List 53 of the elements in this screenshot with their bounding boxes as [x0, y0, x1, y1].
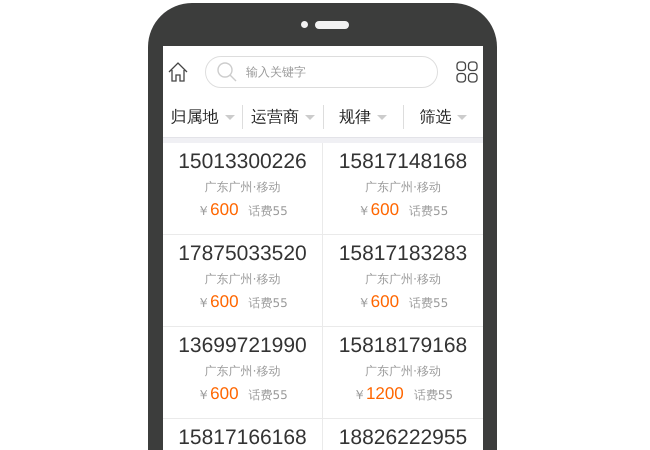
dropdown-triangle-icon [304, 114, 315, 120]
currency-sign: ￥ [197, 203, 210, 220]
phone-number: 15817148168 [338, 150, 468, 174]
camera-dot [301, 21, 308, 28]
number-card[interactable]: 15013300226 广东广州·移动 ￥600 话费55 [163, 143, 323, 235]
number-card[interactable]: 15817166168 [163, 419, 323, 450]
price: 600 [370, 200, 400, 220]
filter-dropdown[interactable]: 规律 [322, 105, 403, 129]
filter-dropdown[interactable]: 归属地 [163, 105, 242, 129]
number-card[interactable]: 15817183283 广东广州·移动 ￥600 话费55 [323, 235, 483, 327]
price: 600 [210, 292, 239, 312]
location-carrier: 广东广州·移动 [365, 179, 441, 196]
phone-number: 17875033520 [178, 242, 307, 266]
home-icon[interactable] [167, 60, 189, 82]
number-card[interactable]: 15817148168 广东广州·移动 ￥600 话费55 [323, 143, 483, 235]
speaker-slot [315, 20, 349, 28]
dropdown-triangle-icon [457, 114, 468, 120]
phone-credit: 话费55 [414, 387, 454, 404]
phone-credit: 话费55 [248, 295, 288, 312]
price: 1200 [366, 384, 404, 404]
number-card[interactable]: 18826222955 [323, 419, 483, 450]
number-card[interactable]: 13699721990 广东广州·移动 ￥600 话费55 [163, 327, 323, 419]
location-carrier: 广东广州·移动 [365, 271, 441, 288]
number-card[interactable]: 17875033520 广东广州·移动 ￥600 话费55 [163, 235, 323, 327]
filter-dropdown[interactable]: 运营商 [242, 105, 322, 129]
location-carrier: 广东广州·移动 [204, 271, 280, 288]
price: 600 [370, 292, 400, 312]
phone-credit: 话费55 [248, 387, 288, 404]
currency-sign: ￥ [358, 203, 371, 220]
price: 600 [210, 384, 239, 404]
filter-dropdown[interactable]: 筛选 [402, 105, 483, 129]
currency-sign: ￥ [352, 387, 366, 404]
phone-number: 15013300226 [178, 150, 307, 174]
currency-sign: ￥ [197, 295, 210, 312]
location-carrier: 广东广州·移动 [204, 179, 280, 196]
currency-sign: ￥ [197, 387, 210, 404]
phone-number: 15817183283 [338, 242, 468, 266]
number-card[interactable]: 15818179168 广东广州·移动 ￥1200 话费55 [323, 327, 483, 419]
grid-icon[interactable] [456, 60, 478, 82]
location-carrier: 广东广州·移动 [365, 363, 441, 380]
search-field[interactable]: 输入关键字 [205, 56, 438, 88]
phone-credit: 话费55 [409, 203, 448, 220]
phone-number: 15818179168 [338, 334, 468, 358]
price: 600 [210, 200, 239, 220]
location-carrier: 广东广州·移动 [204, 363, 280, 380]
currency-sign: ￥ [358, 295, 371, 312]
phone-number: 18826222955 [338, 426, 468, 450]
phone-credit: 话费55 [409, 295, 448, 312]
dropdown-triangle-icon [224, 114, 235, 120]
phone-number: 13699721990 [178, 334, 307, 358]
phone-credit: 话费55 [248, 203, 288, 220]
phone-number: 15817166168 [178, 426, 307, 450]
dropdown-triangle-icon [377, 114, 388, 120]
